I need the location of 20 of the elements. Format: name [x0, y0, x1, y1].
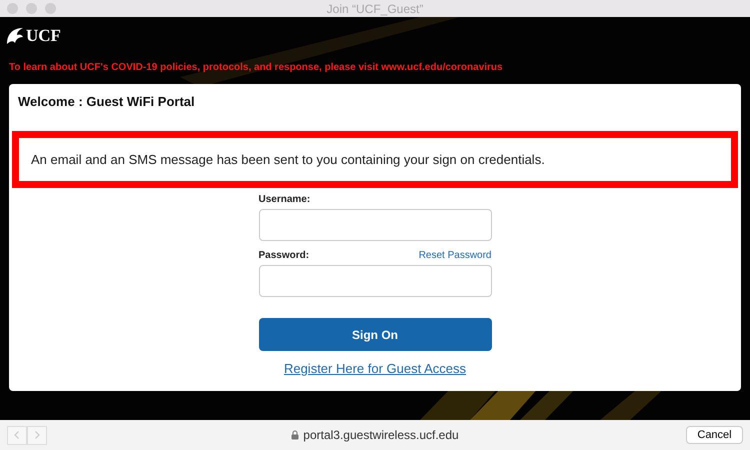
username-field[interactable] [258, 209, 492, 241]
logo-text: UCF [26, 26, 61, 46]
covid-notice: To learn about UCF's COVID-19 policies, protocols, and response, please visit www.ucf.edu/coronavirus [9, 62, 504, 75]
chevron-left-icon [12, 430, 22, 440]
close-button[interactable] [7, 3, 18, 14]
alert-message: An email and an SMS message has been sent to you containing your sign on credentials. [12, 131, 738, 188]
window-title: Join “UCF_Guest” [326, 2, 424, 16]
register-link[interactable]: Register Here for Guest Access [284, 361, 466, 376]
zoom-button[interactable] [45, 3, 56, 14]
username-label: Username: [258, 194, 312, 205]
password-label: Password: [258, 250, 310, 261]
password-field[interactable] [258, 265, 492, 297]
lock-icon [291, 430, 300, 440]
cancel-button[interactable]: Cancel [686, 426, 743, 444]
reset-password-link[interactable]: Reset Password [418, 250, 492, 261]
sign-on-button[interactable]: Sign On [258, 318, 492, 351]
chevron-right-icon [32, 430, 42, 440]
address-text: portal3.guestwireless.ucf.edu [303, 428, 459, 442]
minimize-button[interactable] [26, 3, 37, 14]
portal-title: Welcome : Guest WiFi Portal [17, 93, 196, 111]
